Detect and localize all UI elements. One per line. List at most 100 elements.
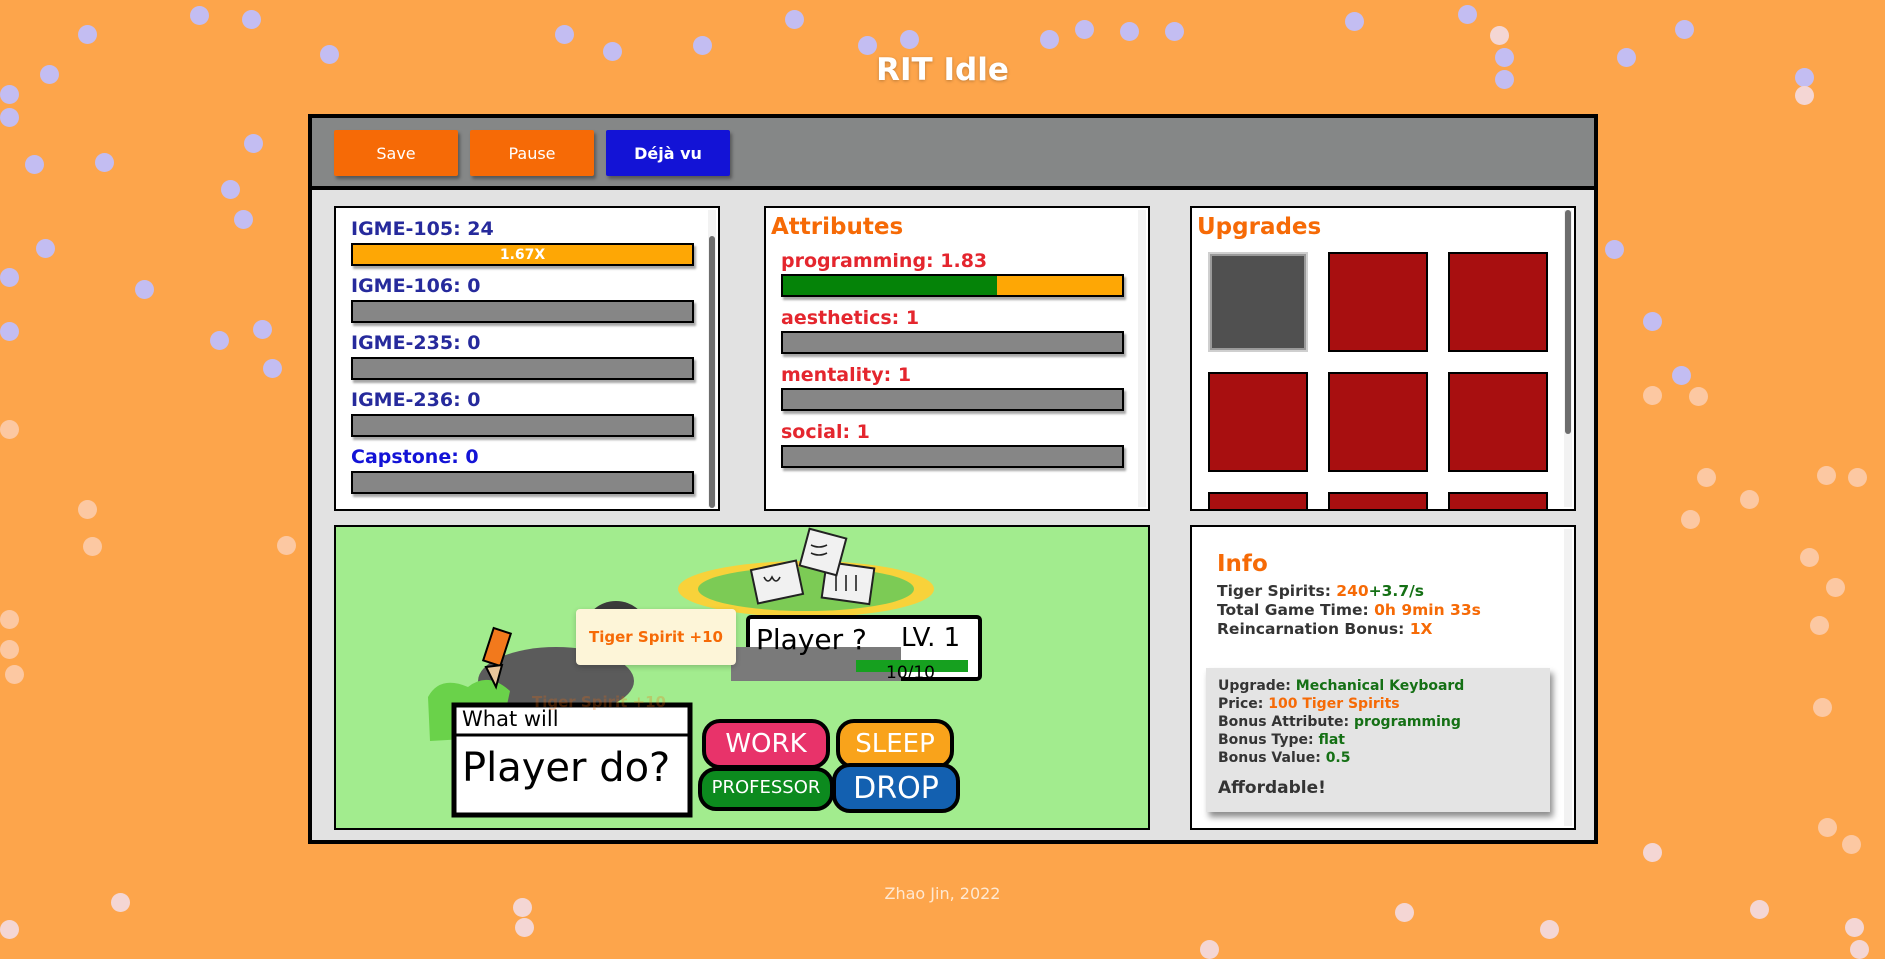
drop-button[interactable]: DROP xyxy=(834,771,958,806)
background-bubble xyxy=(1345,12,1364,31)
background-bubble xyxy=(135,280,154,299)
courses-scroll-thumb[interactable] xyxy=(709,236,715,508)
course-bar-capstone[interactable] xyxy=(351,471,694,494)
background-bubble xyxy=(900,30,919,49)
upgrade-tile[interactable] xyxy=(1448,372,1548,472)
player-hp: 10/10 xyxy=(886,663,935,683)
course-label-igme-236: IGME-236: 0 xyxy=(351,389,481,411)
courses-panel: IGME-105: 24 1.67X IGME-106: 0 IGME-235:… xyxy=(334,206,720,511)
background-bubble xyxy=(95,153,114,172)
attributes-scrollbar[interactable] xyxy=(1138,210,1146,507)
reward-popup: Tiger Spirit +10 xyxy=(576,609,736,665)
course-bar-igme-105[interactable]: 1.67X xyxy=(351,243,694,266)
background-bubble xyxy=(1672,366,1691,385)
background-bubble xyxy=(1540,920,1559,939)
background-bubble xyxy=(242,10,261,29)
upgrade-tile[interactable] xyxy=(1448,252,1548,352)
upgrade-detail-card: Upgrade: Mechanical Keyboard Price: 100 … xyxy=(1206,668,1550,812)
background-bubble xyxy=(0,640,19,659)
course-bar-igme-235[interactable] xyxy=(351,357,694,380)
background-bubble xyxy=(78,500,97,519)
info-scrollbar[interactable] xyxy=(1564,529,1572,826)
course-bar-igme-106[interactable] xyxy=(351,300,694,323)
card-value-value: 0.5 xyxy=(1325,750,1351,766)
card-attribute-line: Bonus Attribute: programming xyxy=(1218,714,1461,730)
upgrades-scroll-thumb[interactable] xyxy=(1565,210,1571,434)
card-price-label: Price: xyxy=(1218,696,1269,712)
game-time-label: Total Game Time: xyxy=(1217,601,1375,619)
upgrade-tile[interactable] xyxy=(1328,492,1428,509)
work-button[interactable]: WORK xyxy=(706,729,826,759)
upgrade-tile[interactable] xyxy=(1208,492,1308,509)
attribute-label-mentality: mentality: 1 xyxy=(781,364,912,386)
game-time-line: Total Game Time: 0h 9min 33s xyxy=(1217,601,1481,619)
reincarnation-value: 1X xyxy=(1409,620,1433,638)
background-bubble xyxy=(1605,240,1624,259)
card-type-label: Bonus Type: xyxy=(1218,732,1319,748)
background-bubble xyxy=(253,320,272,339)
background-bubble xyxy=(1643,843,1662,862)
background-bubble xyxy=(1817,466,1836,485)
course-label-igme-235: IGME-235: 0 xyxy=(351,332,481,354)
background-bubble xyxy=(0,610,19,629)
card-upgrade-line: Upgrade: Mechanical Keyboard xyxy=(1218,678,1464,694)
upgrade-tile[interactable] xyxy=(1208,252,1308,352)
dejavu-button[interactable]: Déjà vu xyxy=(606,130,730,176)
background-bubble xyxy=(36,239,55,258)
background-bubble xyxy=(210,331,229,350)
background-bubble xyxy=(277,536,296,555)
background-bubble xyxy=(1040,30,1059,49)
professor-button[interactable]: PROFESSOR xyxy=(700,777,832,798)
background-bubble xyxy=(1395,903,1414,922)
background-bubble xyxy=(1675,20,1694,39)
card-attribute-value: programming xyxy=(1354,714,1461,730)
attribute-label-programming: programming: 1.83 xyxy=(781,250,988,272)
upgrade-tile[interactable] xyxy=(1208,372,1308,472)
save-button[interactable]: Save xyxy=(334,130,458,176)
background-bubble xyxy=(1120,22,1139,41)
background-bubble xyxy=(1681,510,1700,529)
card-status: Affordable! xyxy=(1218,778,1326,798)
game-scene-panel[interactable]: Player ? LV. 1 10/10 What will Player do… xyxy=(334,525,1150,830)
course-label-igme-106: IGME-106: 0 xyxy=(351,275,481,297)
sleep-button[interactable]: SLEEP xyxy=(838,729,952,759)
background-bubble xyxy=(5,665,24,684)
background-bubble xyxy=(1845,918,1864,937)
background-bubble xyxy=(190,6,209,25)
course-label-igme-105: IGME-105: 24 xyxy=(351,218,494,240)
course-bar-igme-236[interactable] xyxy=(351,414,694,437)
attribute-label-social: social: 1 xyxy=(781,421,870,443)
pause-button[interactable]: Pause xyxy=(470,130,594,176)
upgrade-tile[interactable] xyxy=(1448,492,1548,509)
tiger-spirits-rate: +3.7/s xyxy=(1368,582,1424,600)
upgrades-heading: Upgrades xyxy=(1197,214,1322,240)
upgrade-tile[interactable] xyxy=(1328,252,1428,352)
attributes-heading: Attributes xyxy=(771,214,904,240)
background-bubble xyxy=(515,918,534,937)
attributes-panel: Attributes programming: 1.83 aesthetics:… xyxy=(764,206,1150,511)
course-multiplier: 1.67X xyxy=(499,246,546,263)
attribute-label-aesthetics: aesthetics: 1 xyxy=(781,307,920,329)
background-bubble xyxy=(0,920,19,939)
background-bubble xyxy=(1842,835,1861,854)
background-bubble xyxy=(234,210,253,229)
card-attribute-label: Bonus Attribute: xyxy=(1218,714,1355,730)
background-bubble xyxy=(1826,578,1845,597)
background-bubble xyxy=(1200,940,1219,959)
upgrades-panel: Upgrades xyxy=(1190,206,1576,511)
background-bubble xyxy=(221,180,240,199)
prompt-bottom-text: Player do? xyxy=(462,745,671,791)
game-time-value: 0h 9min 33s xyxy=(1374,601,1481,619)
reward-popup-faded: Tiger Spirit +10 xyxy=(532,693,666,711)
upgrade-tile[interactable] xyxy=(1328,372,1428,472)
page-title: RIT Idle xyxy=(876,52,1009,88)
background-bubble xyxy=(785,10,804,29)
background-bubble xyxy=(1165,22,1184,41)
attribute-bar-mentality xyxy=(781,388,1124,411)
card-price-line: Price: 100 Tiger Spirits xyxy=(1218,696,1400,712)
background-bubble xyxy=(263,359,282,378)
background-bubble xyxy=(25,155,44,174)
background-bubble xyxy=(555,25,574,44)
background-bubble xyxy=(1848,468,1867,487)
enemy-platform xyxy=(698,567,914,611)
